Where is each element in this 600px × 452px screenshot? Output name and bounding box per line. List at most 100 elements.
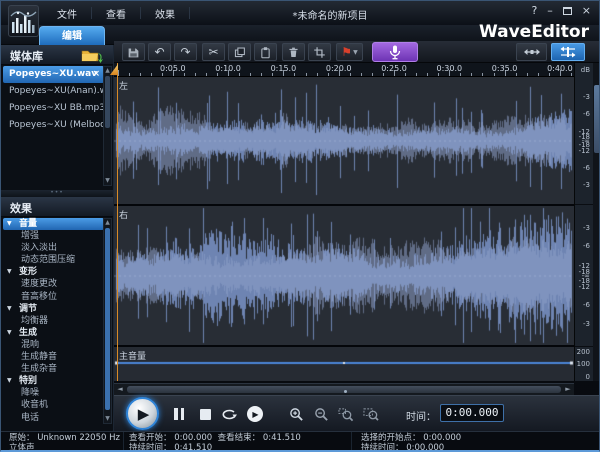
- scroll-down-icon[interactable]: ▼: [104, 415, 111, 423]
- effects-tree-item[interactable]: 电话: [3, 412, 104, 424]
- effects-tree-item[interactable]: ▼ 生成: [3, 327, 104, 339]
- effects-tree-item[interactable]: ▼ 调节: [3, 303, 104, 315]
- right-channel-label: 右: [119, 211, 129, 221]
- paste-button[interactable]: [254, 43, 277, 61]
- ruler-tick: [194, 73, 196, 76]
- status-bar: 原始： Unknown 22050 Hz 立体声 查看开始： 0:00.000 查看…: [1, 431, 599, 450]
- tree-collapse-icon[interactable]: ▼: [7, 375, 12, 387]
- scroll-left-icon[interactable]: ◄: [114, 384, 126, 395]
- effects-tree-item[interactable]: 生成静音: [3, 351, 104, 363]
- ruler-tick: [139, 73, 141, 76]
- ruler-tick: [360, 73, 362, 76]
- ruler-time-label: 0:10.0: [215, 64, 241, 73]
- marker-button[interactable]: ⚑ ▼: [336, 43, 363, 61]
- master-volume-strip[interactable]: [114, 347, 574, 381]
- import-folder-icon[interactable]: [81, 47, 105, 63]
- tree-collapse-icon[interactable]: ▼: [7, 327, 12, 339]
- ruler-tick: [416, 73, 418, 76]
- db-tick-label: -3: [583, 223, 590, 232]
- zoom-selection-button[interactable]: [336, 404, 356, 424]
- media-list-scrollbar[interactable]: ▲ ▼: [103, 66, 112, 186]
- db-tick-label: -12: [578, 146, 590, 155]
- loop-button[interactable]: [219, 404, 239, 424]
- zoom-selection-icon: [338, 407, 354, 421]
- maximize-button[interactable]: [562, 7, 572, 15]
- effect-item-label: 音量: [19, 219, 38, 229]
- hscroll-thumb[interactable]: [127, 386, 561, 393]
- scroll-up-icon[interactable]: ▲: [104, 67, 111, 75]
- db-unit-label: dB: [580, 66, 590, 74]
- effects-tree-item[interactable]: 音高移位: [3, 291, 104, 303]
- pause-icon: [174, 408, 184, 420]
- right-channel-waveform[interactable]: [114, 206, 574, 345]
- save-button[interactable]: [122, 43, 145, 61]
- close-button[interactable]: ×: [582, 5, 591, 17]
- effects-scrollbar[interactable]: ▲ ▼: [103, 218, 112, 424]
- scroll-up-icon[interactable]: ▲: [104, 219, 111, 227]
- close-icon[interactable]: ×: [92, 66, 100, 83]
- media-list-item[interactable]: Popeyes~XU.wav ×: [3, 66, 104, 83]
- redo-button[interactable]: ↷: [174, 43, 197, 61]
- play-button[interactable]: ▶: [126, 397, 159, 430]
- media-list-item[interactable]: Popeyes~XU(Anan).wav: [3, 83, 104, 100]
- scroll-right-icon[interactable]: ►: [562, 384, 574, 395]
- ruler-time-label: 0:40.0: [547, 64, 573, 73]
- tab-edit[interactable]: 编辑: [39, 26, 105, 45]
- effects-tree-item[interactable]: 混响: [3, 339, 104, 351]
- play-selection-button[interactable]: ▶: [245, 404, 265, 424]
- scroll-down-icon[interactable]: ▼: [104, 177, 111, 185]
- effects-tree-item[interactable]: ▼ 特别: [3, 375, 104, 387]
- playhead-line[interactable]: [117, 63, 118, 381]
- panel-splitter[interactable]: •••: [1, 190, 113, 197]
- tree-collapse-icon[interactable]: ▼: [7, 303, 12, 315]
- record-button[interactable]: [372, 42, 418, 62]
- delete-button[interactable]: [282, 43, 305, 61]
- flag-icon: ⚑: [341, 45, 353, 59]
- media-list-item[interactable]: Popeyes~XU (Melboorn...: [3, 117, 104, 134]
- horizontal-scrollbar[interactable]: ◄ ►: [114, 383, 574, 395]
- effects-tree-item[interactable]: ▼ 音量: [3, 218, 104, 231]
- zoom-in-button[interactable]: [286, 404, 306, 424]
- effects-tree-item[interactable]: 速度更改: [3, 278, 104, 290]
- ruler-tick: [438, 73, 440, 76]
- left-channel-waveform[interactable]: [114, 77, 574, 204]
- effects-tree-item[interactable]: 降噪: [3, 387, 104, 399]
- ruler-tick: [205, 73, 207, 76]
- zoom-out-button[interactable]: [311, 404, 331, 424]
- redo-icon: ↷: [180, 45, 191, 59]
- effect-item-label: 速度更改: [21, 279, 58, 290]
- effects-tree-item[interactable]: 收音机: [3, 399, 104, 411]
- db-tick-label: -3: [583, 180, 590, 189]
- undo-button[interactable]: ↶: [148, 43, 171, 61]
- help-button[interactable]: ?: [531, 5, 537, 17]
- trim-button[interactable]: [308, 43, 331, 61]
- effects-tree-item[interactable]: 生成杂音: [3, 363, 104, 375]
- fit-horizontal-button[interactable]: [516, 43, 547, 61]
- vertical-scrollbar[interactable]: [593, 63, 599, 381]
- media-list-item[interactable]: Popeyes~XU BB.mp3: [3, 100, 104, 117]
- ruler-tick: [526, 73, 528, 76]
- pause-button[interactable]: [169, 404, 189, 424]
- tree-collapse-icon[interactable]: ▼: [7, 266, 12, 278]
- effects-tree-item[interactable]: 均衡器: [3, 315, 104, 327]
- zoom-full-button[interactable]: [361, 404, 381, 424]
- stop-button[interactable]: [195, 404, 215, 424]
- timeline-ruler[interactable]: 0:05.0 0:10.0 0:15.0 0:20.0 0:25.0 0:30.0 0:35…: [114, 63, 574, 77]
- effects-tree-item[interactable]: ▼ 变形: [3, 266, 104, 278]
- window-title: *未命名的新项目: [292, 11, 368, 22]
- copy-button[interactable]: [228, 43, 251, 61]
- volume-scale-100: 100: [576, 360, 590, 368]
- fit-selection-icon: [560, 46, 576, 58]
- media-item-label: Popeyes~XU (Melboorn...: [9, 120, 104, 130]
- menu-file[interactable]: 文件: [43, 6, 91, 21]
- minimize-button[interactable]: –: [547, 5, 553, 17]
- fit-selection-button[interactable]: [551, 43, 585, 61]
- effects-tree-item[interactable]: 淡入淡出: [3, 242, 104, 254]
- volume-scale-0: 0: [585, 373, 590, 381]
- tree-collapse-icon[interactable]: ▼: [7, 218, 12, 230]
- effects-tree-item[interactable]: 增强: [3, 230, 104, 242]
- effects-tree-item[interactable]: 动态范围压缩: [3, 254, 104, 266]
- menu-view[interactable]: 查看: [92, 6, 140, 21]
- time-display[interactable]: 0:00.000: [440, 404, 504, 422]
- cut-button[interactable]: ✂: [202, 43, 225, 61]
